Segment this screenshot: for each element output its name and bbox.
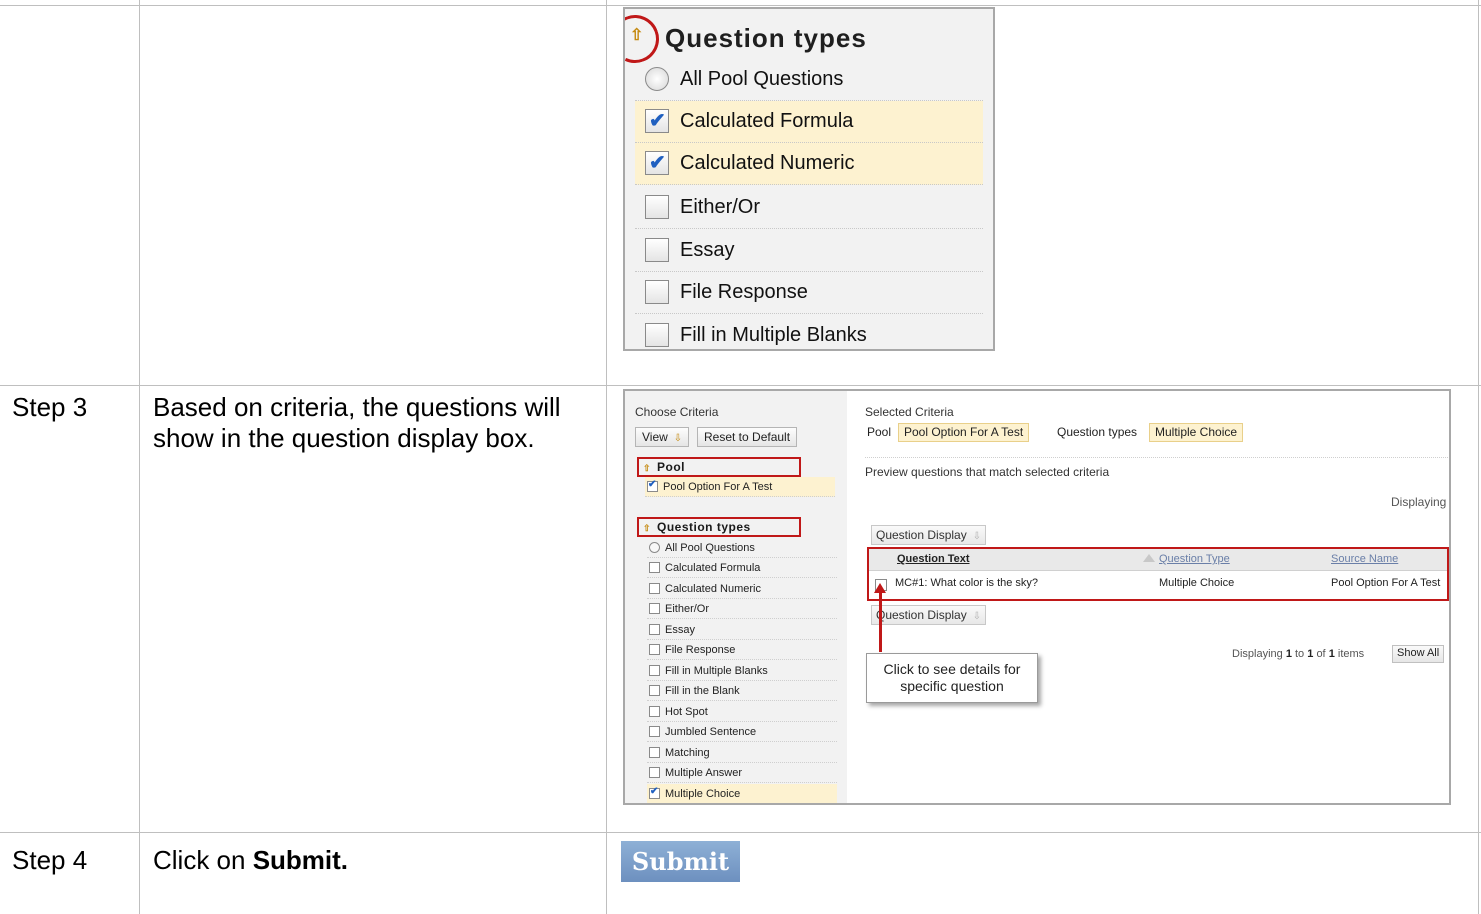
qtype-calculated-formula[interactable]: Calculated Formula — [647, 558, 837, 578]
question-results-table: Question Text Question Type Source Name … — [867, 547, 1449, 601]
view-button[interactable]: View ⇩ — [635, 427, 690, 447]
cell-question-text[interactable]: MC#1: What color is the sky? — [895, 577, 1038, 589]
cell-source-name: Pool Option For A Test — [1331, 577, 1441, 589]
checkbox[interactable] — [649, 726, 660, 737]
step-3-description: Based on criteria, the questions will sh… — [153, 392, 561, 453]
checkbox[interactable] — [645, 323, 669, 347]
checkbox[interactable]: ✔ — [647, 479, 658, 492]
checkbox[interactable]: ✔ — [645, 151, 669, 175]
option-essay[interactable]: Essay — [635, 230, 983, 272]
checkbox[interactable] — [649, 747, 660, 758]
sort-ascending-icon[interactable] — [1143, 554, 1155, 562]
column-divider — [606, 0, 607, 914]
radio-button[interactable] — [649, 542, 660, 553]
collapse-chevron-icon: ⇧ — [643, 463, 652, 473]
show-all-button[interactable]: Show All — [1392, 645, 1445, 663]
reset-to-default-button[interactable]: Reset to Default — [697, 427, 798, 447]
option-file-response[interactable]: File Response — [635, 272, 983, 314]
chevron-down-icon: ⇩ — [673, 433, 683, 444]
display-count: Displaying 1 to 1 of 1 items — [1232, 648, 1365, 660]
qtype-fill-in-the-blank[interactable]: Fill in the Blank — [647, 681, 837, 701]
checkbox[interactable] — [645, 195, 669, 219]
chevron-down-icon: ⇩ — [972, 531, 982, 542]
choose-criteria-label: Choose Criteria — [635, 405, 719, 419]
checkbox[interactable] — [649, 562, 660, 573]
checkbox[interactable] — [649, 624, 660, 635]
question-display-button-bottom[interactable]: Question Display ⇩ — [871, 605, 987, 625]
callout-pointer — [879, 590, 882, 652]
column-source-name[interactable]: Source Name — [1331, 553, 1398, 565]
displaying-label: Displaying — [1391, 495, 1447, 509]
checkbox[interactable] — [649, 706, 660, 717]
checkbox[interactable] — [645, 238, 669, 262]
selected-pool-label: Pool — [867, 425, 892, 439]
checkmark-icon: ✔ — [649, 110, 666, 132]
radio-button[interactable] — [645, 67, 669, 91]
checkmark-icon: ✔ — [648, 479, 657, 490]
column-divider — [139, 0, 140, 914]
selected-pool-chip[interactable]: Pool Option For A Test — [898, 423, 1030, 442]
cell-question-type: Multiple Choice — [1159, 577, 1235, 589]
option-either-or[interactable]: Either/Or — [635, 187, 983, 229]
checkbox[interactable]: ✔ — [649, 786, 660, 799]
option-all-pool-questions[interactable]: All Pool Questions — [635, 59, 983, 101]
step-4-description: Click on Submit. — [153, 845, 349, 875]
qtype-hot-spot[interactable]: Hot Spot — [647, 702, 837, 722]
column-question-type[interactable]: Question Type — [1159, 553, 1230, 565]
qtype-jumbled-sentence[interactable]: Jumbled Sentence — [647, 722, 837, 742]
checkbox[interactable]: ✔ — [645, 109, 669, 133]
qtype-all-pool-questions[interactable]: All Pool Questions — [647, 538, 837, 558]
question-types-header[interactable]: ⇧ Question types — [637, 517, 801, 537]
option-calculated-numeric[interactable]: ✔ Calculated Numeric — [635, 143, 983, 185]
checkbox[interactable] — [649, 644, 660, 655]
qtype-fill-in-multiple-blanks[interactable]: Fill in Multiple Blanks — [647, 661, 837, 681]
submit-button[interactable]: Submit — [621, 841, 740, 882]
criteria-screenshot: Choose Criteria View ⇩ Reset to Default ⇧… — [623, 389, 1451, 805]
checkmark-icon: ✔ — [649, 152, 666, 174]
qtype-either-or[interactable]: Either/Or — [647, 599, 837, 619]
checkmark-icon: ✔ — [650, 786, 659, 797]
callout-box: Click to see details for specific questi… — [866, 653, 1038, 703]
question-display-button[interactable]: Question Display ⇩ — [871, 525, 987, 545]
qtype-calculated-numeric[interactable]: Calculated Numeric — [647, 579, 837, 599]
preview-label: Preview questions that match selected cr… — [865, 465, 1110, 479]
column-question-text[interactable]: Question Text — [897, 553, 970, 565]
divider — [865, 457, 1449, 458]
qtype-multiple-choice[interactable]: ✔ Multiple Choice — [647, 784, 837, 803]
pool-header[interactable]: ⇧ Pool — [637, 457, 801, 477]
selected-criteria-label: Selected Criteria — [865, 405, 954, 419]
pool-option[interactable]: ✔ Pool Option For A Test — [645, 477, 835, 497]
chevron-down-icon: ⇩ — [972, 611, 982, 622]
checkbox[interactable] — [649, 583, 660, 594]
checkbox[interactable] — [649, 767, 660, 778]
qtype-matching[interactable]: Matching — [647, 743, 837, 763]
column-divider — [1478, 0, 1479, 914]
qtype-multiple-answer[interactable]: Multiple Answer — [647, 763, 837, 783]
checkbox[interactable] — [649, 603, 660, 614]
option-fill-in-multiple-blanks[interactable]: Fill in Multiple Blanks — [635, 315, 983, 349]
collapse-chevron-icon: ⇧ — [643, 523, 652, 533]
row-divider — [0, 832, 1481, 833]
step-3-label: Step 3 — [12, 392, 88, 422]
table-header: Question Text Question Type Source Name — [869, 549, 1447, 571]
collapse-chevron-icon[interactable]: ⇧ — [630, 25, 643, 45]
qtype-essay[interactable]: Essay — [647, 620, 837, 640]
row-divider — [0, 385, 1481, 386]
choose-criteria-panel: Choose Criteria View ⇩ Reset to Default ⇧… — [625, 391, 847, 803]
checkbox[interactable] — [645, 280, 669, 304]
selected-qtypes-label: Question types — [1057, 425, 1138, 439]
question-types-title: Question types — [665, 23, 867, 53]
option-calculated-formula[interactable]: ✔ Calculated Formula — [635, 101, 983, 143]
qtype-file-response[interactable]: File Response — [647, 640, 837, 660]
question-types-zoom-panel: ⇧ Question types All Pool Questions ✔ Ca… — [623, 7, 995, 351]
row-divider — [0, 5, 1481, 6]
step-4-label: Step 4 — [12, 845, 88, 875]
checkbox[interactable] — [649, 685, 660, 696]
selected-qtypes-chip[interactable]: Multiple Choice — [1149, 423, 1244, 442]
checkbox[interactable] — [649, 665, 660, 676]
